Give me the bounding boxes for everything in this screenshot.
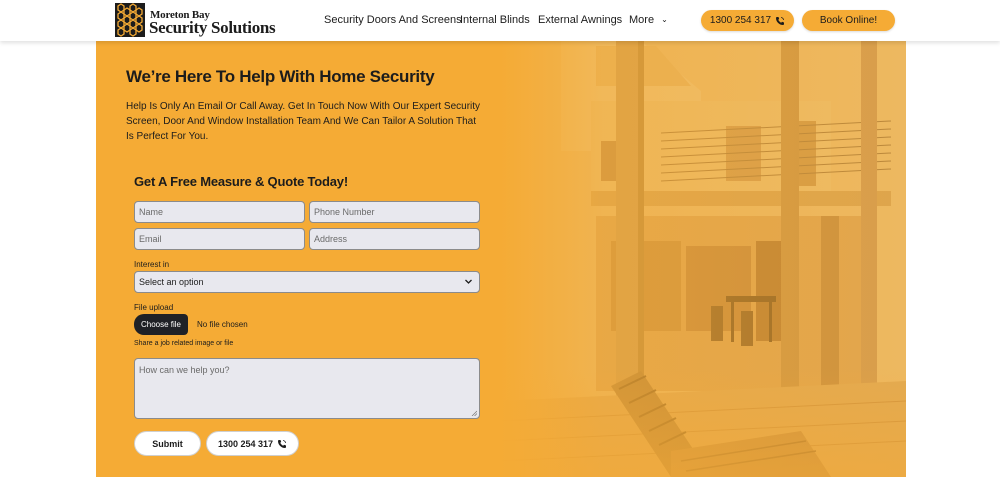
email-field[interactable]: Email xyxy=(134,228,305,250)
submit-label: Submit xyxy=(152,438,183,449)
resize-grip-icon[interactable] xyxy=(471,410,477,416)
book-online-button[interactable]: Book Online! xyxy=(802,10,895,31)
nav-item-external-awnings[interactable]: External Awnings xyxy=(538,14,622,26)
nav-item-security-doors[interactable]: Security Doors And Screens xyxy=(324,14,462,26)
message-textarea[interactable]: How can we help you? xyxy=(134,358,480,419)
site-logo[interactable]: Moreton Bay Security Solutions xyxy=(115,3,285,37)
nav-item-more[interactable]: More ⌄ xyxy=(629,14,668,26)
page-title: We’re Here To Help With Home Security xyxy=(126,67,435,86)
intro-text: Help Is Only An Email Or Call Away. Get … xyxy=(126,101,481,142)
phone-icon xyxy=(278,439,287,448)
book-online-label: Book Online! xyxy=(819,15,878,26)
nav-item-more-label: More xyxy=(629,14,655,26)
interest-select[interactable]: Select an option xyxy=(134,271,480,293)
file-upload-label: File upload xyxy=(134,303,174,312)
chevron-down-icon xyxy=(465,279,472,284)
header-phone-button[interactable]: 1300 254 317 xyxy=(701,10,794,31)
site-header: Moreton Bay Security Solutions Security … xyxy=(0,0,1000,41)
call-button[interactable]: 1300 254 317 xyxy=(206,431,299,456)
chevron-down-icon: ⌄ xyxy=(661,15,668,24)
nav-item-internal-blinds[interactable]: Internal Blinds xyxy=(460,14,530,26)
header-phone-label: 1300 254 317 xyxy=(709,15,772,26)
phone-icon xyxy=(776,16,785,25)
address-field[interactable]: Address xyxy=(309,228,480,250)
submit-button[interactable]: Submit xyxy=(134,431,201,456)
contact-section: We’re Here To Help With Home Security He… xyxy=(96,41,906,477)
form-title: Get A Free Measure & Quote Today! xyxy=(134,174,348,189)
no-file-text: No file chosen xyxy=(197,320,248,329)
house-photo xyxy=(501,41,906,477)
file-help-text: Share a job related image or file xyxy=(134,340,234,347)
honeycomb-logo-icon xyxy=(115,3,145,37)
call-label: 1300 254 317 xyxy=(217,438,274,449)
interest-label: Interest in xyxy=(134,260,170,269)
name-field[interactable]: Name xyxy=(134,201,305,223)
interest-select-value: Select an option xyxy=(139,277,204,287)
message-placeholder: How can we help you? xyxy=(139,365,230,375)
phone-field[interactable]: Phone Number xyxy=(309,201,480,223)
choose-file-button[interactable]: Choose file xyxy=(134,314,188,335)
logo-text-line2: Security Solutions xyxy=(149,18,276,37)
